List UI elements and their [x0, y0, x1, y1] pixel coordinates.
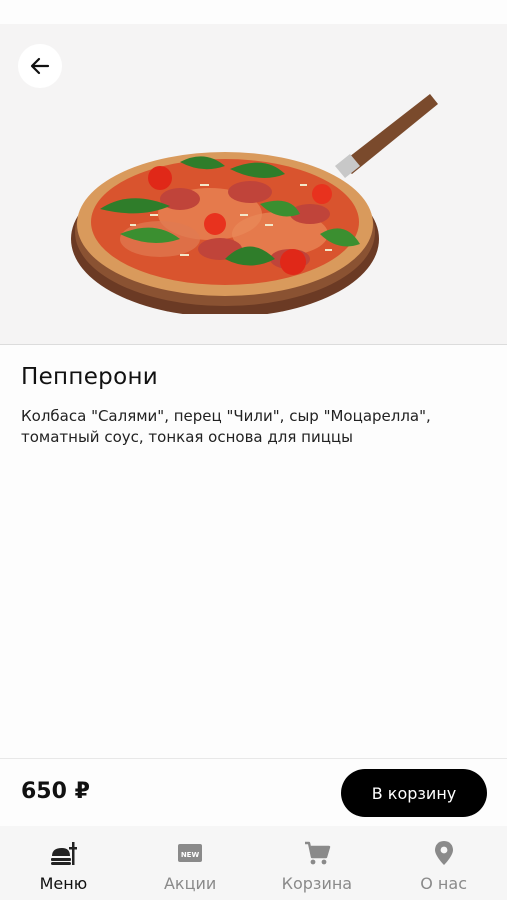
pizza-photo [71, 94, 438, 314]
tab-cart-label: Корзина [281, 874, 353, 893]
arrow-left-icon [30, 57, 50, 75]
tab-about-label: О нас [420, 874, 467, 893]
cart-bar: 650 ₽ В корзину [0, 758, 507, 827]
tab-promotions[interactable]: NEW Акции [127, 826, 254, 900]
svg-text:NEW: NEW [181, 851, 200, 859]
food-icon [48, 838, 78, 868]
product-price: 650 ₽ [21, 779, 90, 804]
tab-promotions-label: Акции [163, 874, 217, 893]
back-button[interactable] [18, 44, 62, 88]
new-badge-icon: NEW [175, 838, 205, 868]
product-description: Колбаса "Салями", перец "Чили", сыр "Моц… [21, 407, 431, 446]
tab-menu[interactable]: Меню [0, 826, 127, 900]
location-pin-icon [429, 838, 459, 868]
product-hero [0, 24, 507, 345]
tab-about[interactable]: О нас [380, 826, 507, 900]
tab-cart[interactable]: Корзина [254, 826, 381, 900]
tab-menu-label: Меню [39, 874, 88, 893]
product-info: Пепперони Колбаса "Салями", перец "Чили"… [21, 364, 486, 448]
add-to-cart-button[interactable]: В корзину [341, 769, 487, 817]
bottom-tabbar: Меню NEW Акции Корзина О нас [0, 826, 507, 900]
product-title: Пепперони [21, 364, 159, 390]
cart-icon [302, 838, 332, 868]
status-strip [0, 0, 507, 24]
